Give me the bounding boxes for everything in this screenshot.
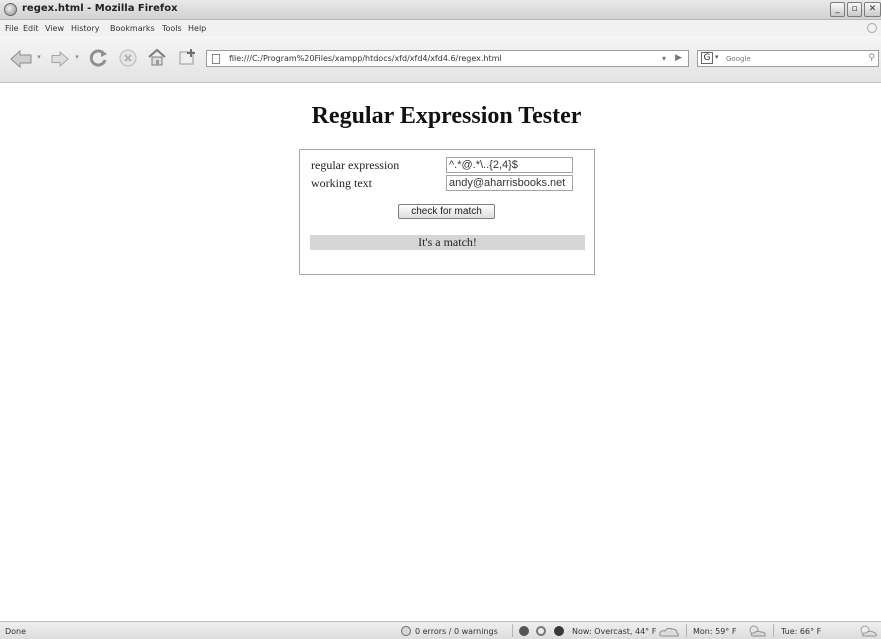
- status-divider: [773, 624, 774, 637]
- weather-tue[interactable]: Tue: 66° F: [781, 627, 821, 636]
- check-icon: [401, 626, 411, 636]
- regex-input[interactable]: [446, 157, 573, 173]
- weather-mon[interactable]: Mon: 59° F: [693, 627, 736, 636]
- status-divider: [512, 624, 513, 637]
- menu-file[interactable]: File: [5, 24, 18, 33]
- menu-view[interactable]: View: [45, 24, 64, 33]
- forward-button[interactable]: [48, 48, 72, 70]
- search-box[interactable]: G ▾ ⚲: [697, 50, 879, 67]
- addon-icon[interactable]: [519, 626, 529, 636]
- sunny-cloud-icon: [860, 625, 877, 637]
- working-text-input[interactable]: [446, 175, 573, 191]
- url-bar[interactable]: file:///C:/Program%20Files/xampp/htdocs/…: [206, 50, 689, 67]
- url-history-dropdown-icon[interactable]: ▾: [662, 54, 666, 63]
- regex-label: regular expression: [311, 158, 400, 172]
- home-icon: [148, 48, 166, 66]
- firefox-icon: [4, 3, 17, 16]
- regex-form-panel: regular expression working text check fo…: [299, 149, 595, 275]
- menu-history[interactable]: History: [71, 24, 99, 33]
- activity-throbber-icon: [867, 23, 877, 33]
- close-button[interactable]: ✕: [864, 2, 881, 17]
- working-text-label: working text: [311, 176, 372, 190]
- navigation-toolbar: ▾ ▾ file:///C:/Program%20Files/xampp/htd…: [0, 36, 881, 83]
- check-for-match-button[interactable]: check for match: [398, 204, 495, 219]
- menu-bar: File Edit View History Bookmarks Tools H…: [0, 20, 881, 36]
- page-content: Regular Expression Tester regular expres…: [0, 83, 881, 621]
- status-text: Done: [5, 627, 27, 636]
- status-divider: [686, 624, 687, 637]
- home-button[interactable]: [146, 46, 168, 68]
- menu-tools[interactable]: Tools: [162, 24, 182, 33]
- weather-now[interactable]: Now: Overcast, 44° F: [572, 627, 656, 636]
- stop-icon: [119, 49, 137, 67]
- partly-cloudy-icon: [749, 625, 766, 637]
- cloud-icon: [659, 627, 679, 637]
- new-tab-button[interactable]: [178, 47, 198, 67]
- page-icon: [212, 54, 220, 64]
- minimize-button[interactable]: _: [830, 2, 845, 17]
- back-arrow-icon: [10, 49, 32, 69]
- menu-bookmarks[interactable]: Bookmarks: [110, 24, 155, 33]
- browser-window: regex.html - Mozilla Firefox _ ▫ ✕ File …: [0, 0, 881, 639]
- search-engine-dropdown-icon[interactable]: ▾: [715, 53, 719, 61]
- go-icon[interactable]: ▶: [675, 53, 682, 63]
- status-bar: Done 0 errors / 0 warnings Now: Overcast…: [0, 621, 881, 639]
- page-title: Regular Expression Tester: [311, 103, 582, 129]
- forward-arrow-icon: [51, 51, 69, 67]
- window-title: regex.html - Mozilla Firefox: [22, 3, 178, 14]
- status-indicator-icon[interactable]: [554, 626, 564, 636]
- match-result: It's a match!: [310, 235, 585, 250]
- menu-help[interactable]: Help: [188, 24, 206, 33]
- search-icon[interactable]: ⚲: [868, 53, 875, 63]
- reload-icon: [89, 49, 107, 67]
- reload-button[interactable]: [88, 47, 110, 69]
- settings-gear-icon[interactable]: [536, 626, 546, 636]
- url-text[interactable]: file:///C:/Program%20Files/xampp/htdocs/…: [229, 54, 502, 63]
- back-button[interactable]: [8, 46, 34, 72]
- error-count[interactable]: 0 errors / 0 warnings: [415, 627, 498, 636]
- maximize-button[interactable]: ▫: [847, 2, 862, 17]
- search-engine-icon[interactable]: G: [701, 52, 713, 64]
- stop-button[interactable]: [118, 48, 138, 68]
- menu-edit[interactable]: Edit: [23, 24, 39, 33]
- back-history-dropdown[interactable]: ▾: [36, 52, 42, 62]
- title-bar: regex.html - Mozilla Firefox _ ▫ ✕: [0, 0, 881, 20]
- forward-history-dropdown[interactable]: ▾: [74, 52, 80, 62]
- new-tab-icon: [179, 49, 195, 65]
- search-input[interactable]: [726, 52, 856, 65]
